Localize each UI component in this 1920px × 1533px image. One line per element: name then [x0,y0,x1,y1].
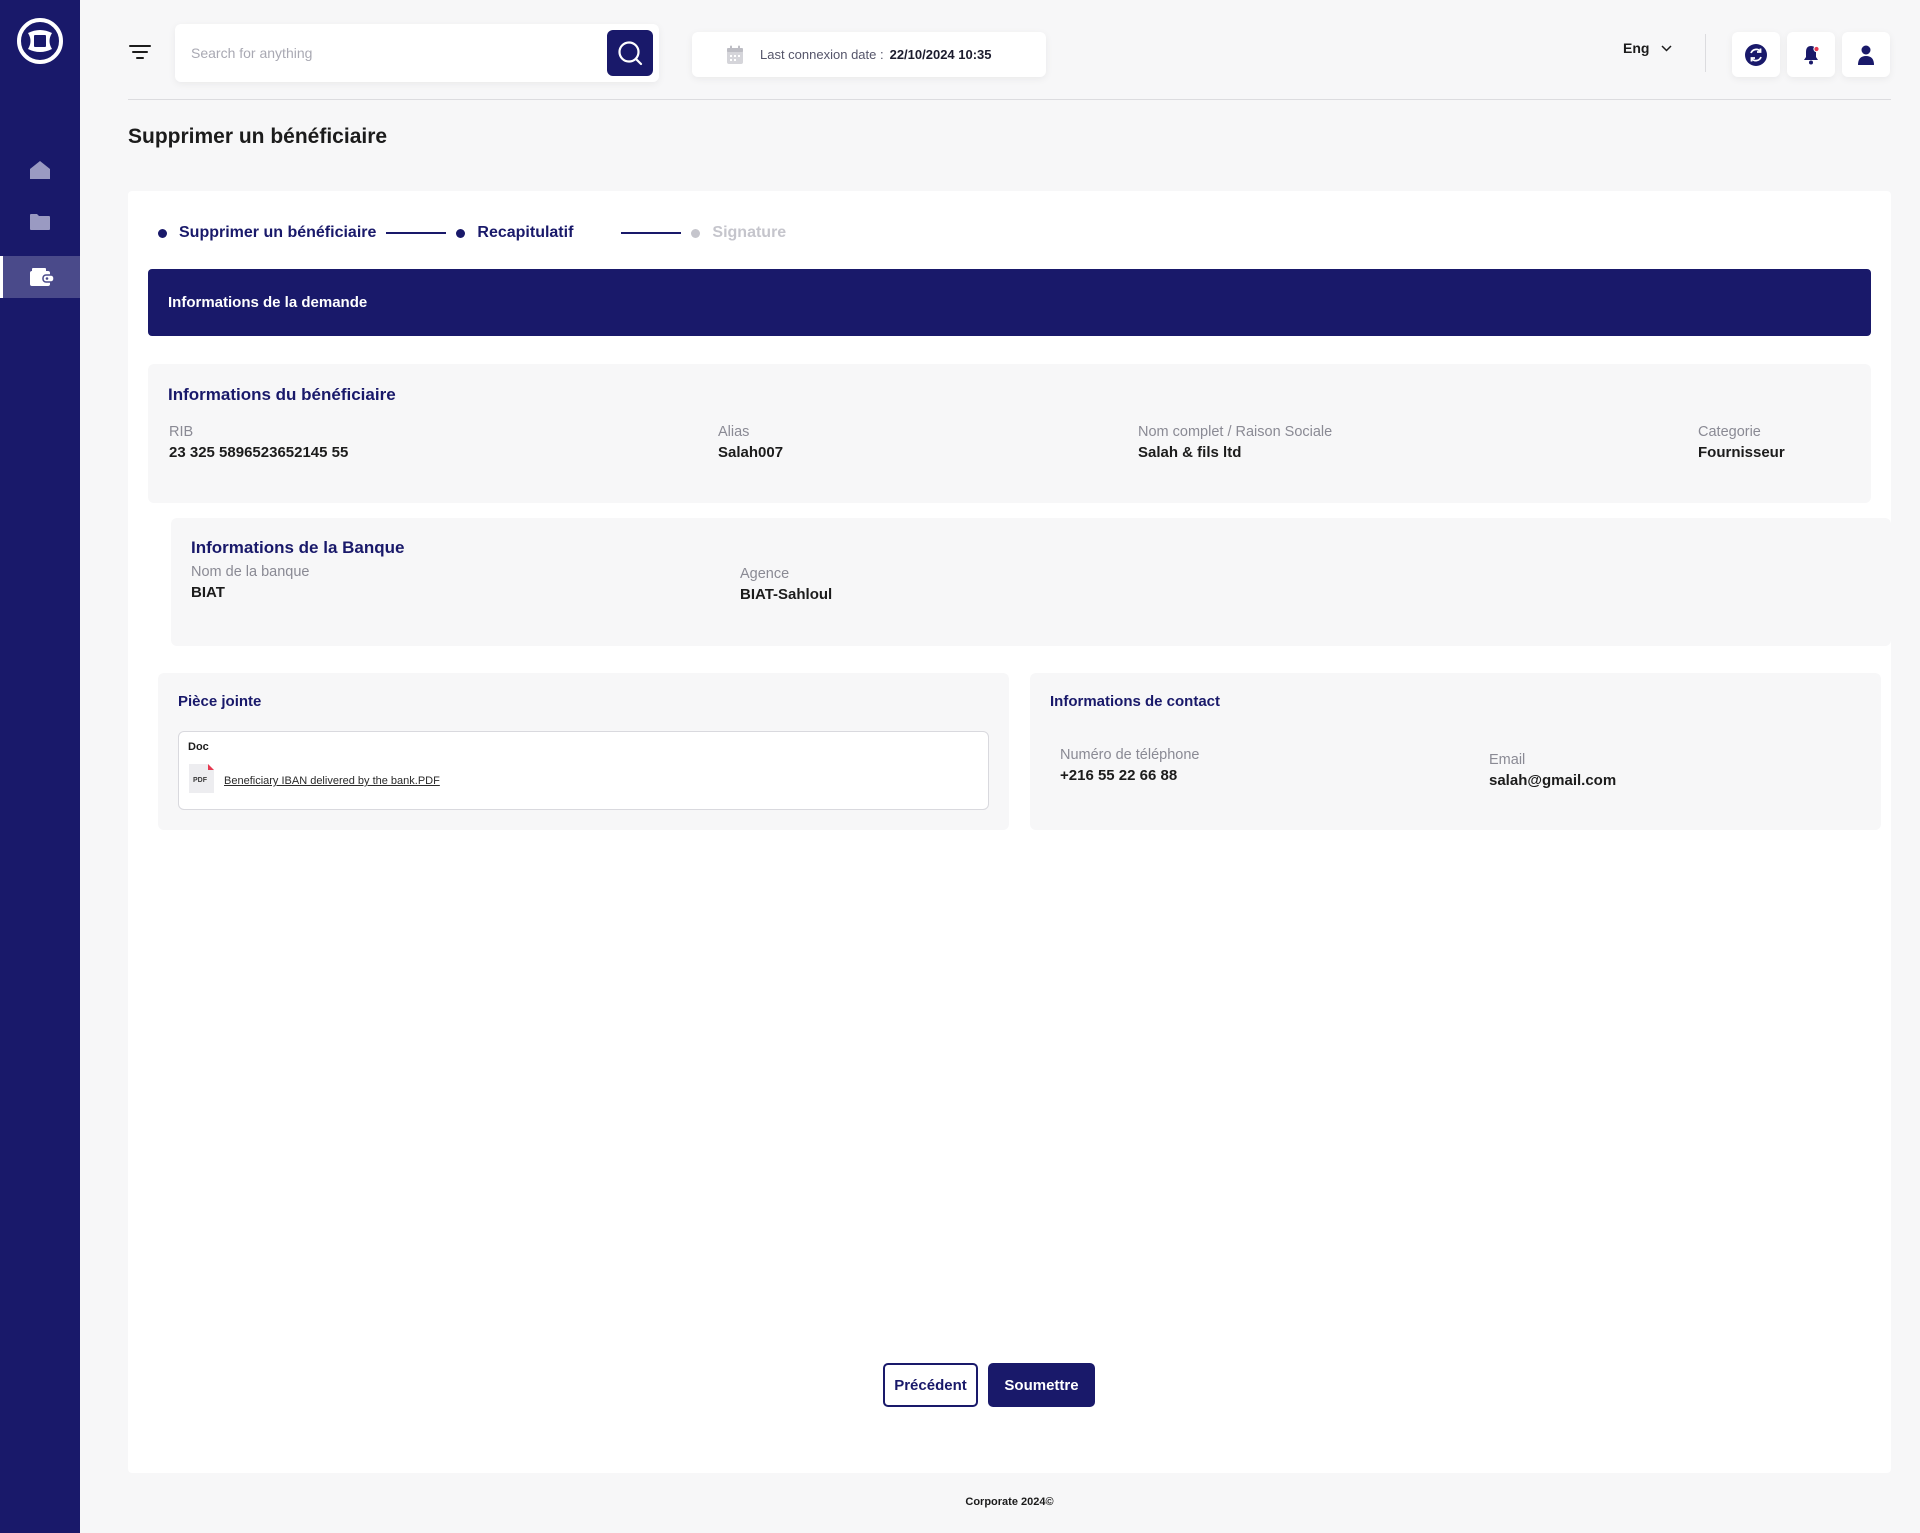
step-dot [691,228,701,238]
notifications-button[interactable] [1787,32,1835,77]
topbar-divider [1705,34,1706,72]
field-value: 23 325 5896523652145 55 [169,444,349,461]
step-dot [456,228,466,238]
alias-field: Alias Salah007 [718,424,783,461]
field-label: Numéro de téléphone [1060,747,1200,763]
footer: Corporate 2024© [965,1496,1054,1508]
chevron-down-icon [1661,44,1672,52]
sidebar [0,0,80,1533]
app-logo-icon[interactable] [17,18,63,64]
field-label: Nom complet / Raison Sociale [1138,424,1333,440]
bank-section: Informations de la Banque Nom de la banq… [171,518,1891,646]
rib-field: RIB 23 325 5896523652145 55 [169,424,348,461]
last-connexion-label: Last connexion date : [760,47,884,62]
pdf-file-icon: PDF [189,764,214,793]
doc-label: Doc [188,741,209,753]
user-profile-button[interactable] [1842,32,1890,77]
sidebar-item-folder[interactable] [0,201,80,243]
topbar: Last connexion date : 22/10/2024 10:35 E… [128,0,1891,100]
agency-field: Agence BIAT-Sahloul [740,566,832,603]
full-name-field: Nom complet / Raison Sociale Salah & fil… [1138,424,1332,461]
attachment-box: Doc PDF Beneficiary IBAN delivered by th… [178,731,989,810]
sidebar-item-home[interactable] [0,149,80,191]
beneficiary-section-title: Informations du bénéficiaire [168,385,396,404]
home-icon [30,161,50,179]
step-recapitulatif: Recapitulatif [456,224,573,242]
step-supprimer: Supprimer un bénéficiaire [158,224,376,242]
banner-title: Informations de la demande [168,294,368,311]
previous-button[interactable]: Précédent [883,1363,978,1407]
search-icon [618,41,643,66]
field-label: RIB [169,424,194,440]
wallet-icon [29,268,55,286]
language-selector[interactable]: Eng [1623,40,1672,56]
page-title: Supprimer un bénéficiaire [128,125,388,148]
step-label: Signature [712,224,787,241]
bank-name-field: Nom de la banque BIAT [191,564,310,601]
step-connector [386,232,447,234]
field-label: Email [1489,752,1526,768]
attachment-section-title: Pièce jointe [178,693,262,710]
sync-icon [1745,43,1767,66]
contact-section-title: Informations de contact [1050,693,1221,710]
field-value: Fournisseur [1698,444,1785,461]
bank-section-title: Informations de la Banque [191,538,405,557]
phone-field: Numéro de téléphone +216 55 22 66 88 [1060,747,1199,784]
contact-section: Informations de contact Numéro de téléph… [1030,673,1881,830]
search-button[interactable] [607,30,653,76]
sidebar-item-wallet[interactable] [0,256,80,298]
step-signature: Signature [691,224,786,242]
field-value: salah@gmail.com [1489,772,1617,789]
file-type-label: PDF [193,777,208,784]
step-label: Recapitulatif [477,224,574,241]
category-field: Categorie Fournisseur [1698,424,1785,461]
email-field: Email salah@gmail.com [1489,752,1616,789]
request-info-banner: Informations de la demande [148,269,1871,336]
field-label: Alias [718,424,750,440]
menu-icon[interactable] [128,40,152,64]
step-dot [158,228,167,238]
attachment-section: Pièce jointe Doc PDF Beneficiary IBAN de… [158,673,1009,830]
field-value: BIAT-Sahloul [740,586,833,603]
stepper: Supprimer un bénéficiaire Recapitulatif … [158,221,786,245]
main-card: Supprimer un bénéficiaire Recapitulatif … [128,191,1891,1473]
field-value: Salah007 [718,444,784,461]
last-connexion-info: Last connexion date : 22/10/2024 10:35 [692,32,1046,77]
language-label: Eng [1623,40,1650,56]
calendar-icon [727,45,743,64]
field-value: BIAT [191,584,225,601]
field-label: Nom de la banque [191,564,310,580]
beneficiary-section: Informations du bénéficiaire RIB 23 325 … [148,364,1871,503]
search-bar [175,24,659,82]
step-label: Supprimer un bénéficiaire [179,224,377,241]
field-value: +216 55 22 66 88 [1060,767,1178,784]
attachment-file-link[interactable]: Beneficiary IBAN delivered by the bank.P… [224,775,440,787]
last-connexion-value: 22/10/2024 10:35 [889,47,992,62]
search-input[interactable] [191,24,591,82]
user-icon [1858,45,1874,65]
field-label: Agence [740,566,790,582]
sync-button[interactable] [1732,32,1780,77]
folder-icon [30,214,50,230]
field-value: Salah & fils ltd [1138,444,1242,461]
field-label: Categorie [1698,424,1761,440]
submit-button[interactable]: Soumettre [988,1363,1095,1407]
bell-icon [1804,45,1820,64]
step-connector [621,232,682,234]
